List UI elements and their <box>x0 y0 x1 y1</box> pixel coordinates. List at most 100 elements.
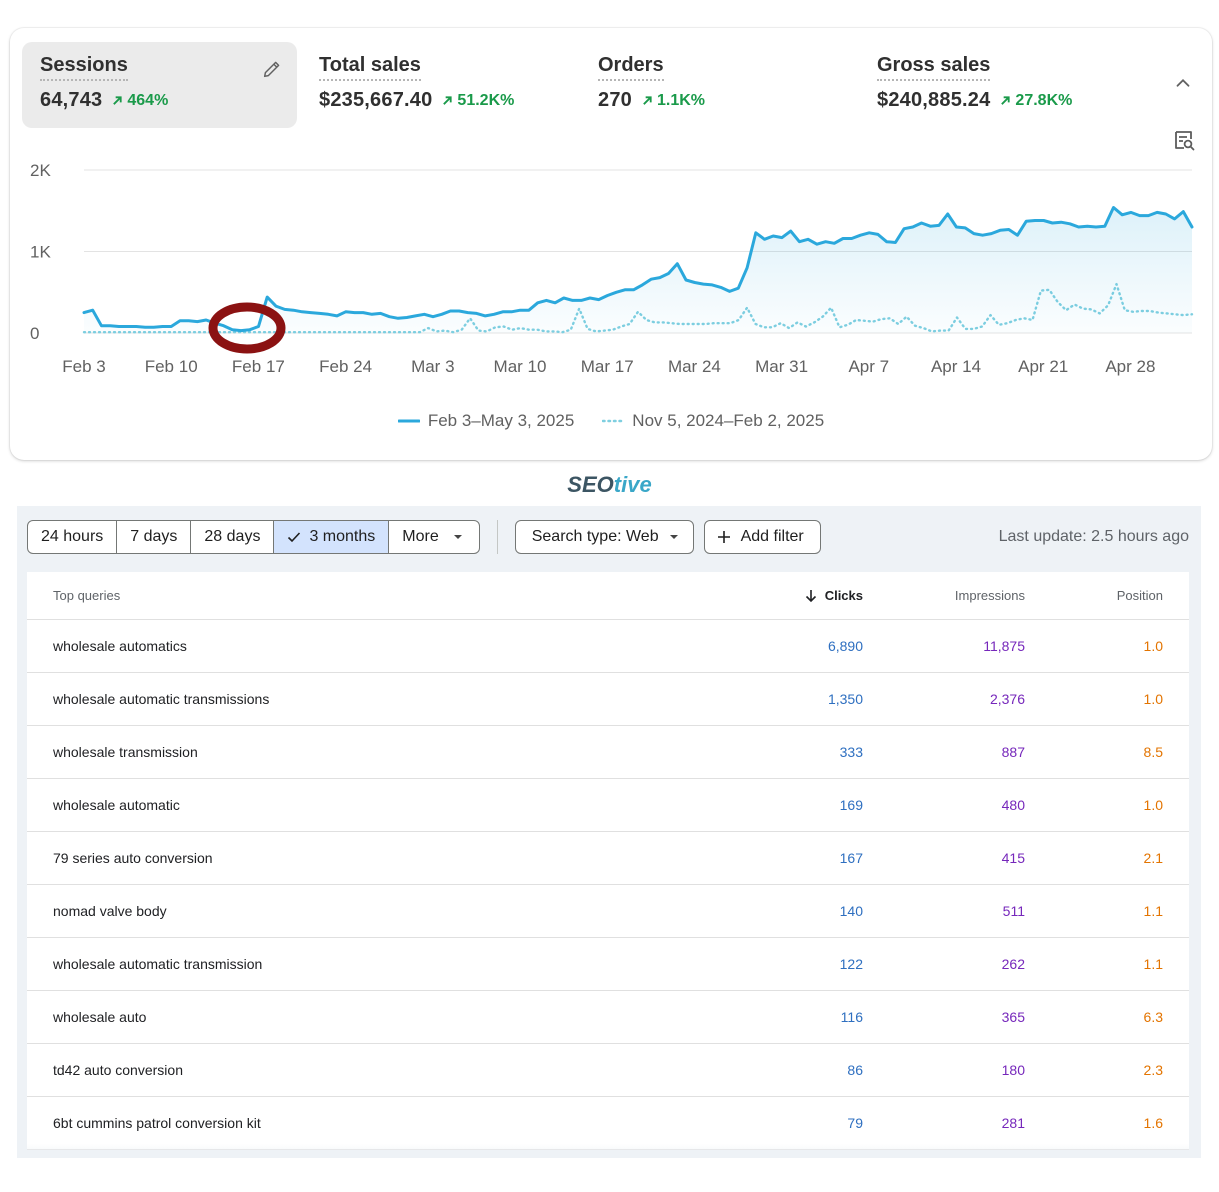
x-tick-label: Apr 28 <box>1105 357 1155 376</box>
pencil-icon[interactable] <box>261 58 283 80</box>
arrow-up-right-icon <box>113 96 122 105</box>
metric-orders[interactable]: Orders 270 1.1K% <box>580 42 850 128</box>
x-tick-label: Feb 24 <box>319 357 372 376</box>
metric-total-sales[interactable]: Total sales $235,667.40 51.2K% <box>301 42 571 128</box>
position-cell: 2.1 <box>1143 850 1163 866</box>
metric-delta-value: 51.2K% <box>457 91 515 109</box>
table-row[interactable]: wholesale automatic transmissions 1,350 2,… <box>27 673 1189 726</box>
position-cell: 8.5 <box>1143 744 1163 760</box>
arrow-up-right-icon <box>443 96 453 105</box>
x-tick-label: Feb 17 <box>232 357 285 376</box>
x-tick-label: Apr 14 <box>931 357 981 376</box>
y-tick-label: 0 <box>30 324 39 343</box>
brand-part-1: SEO <box>567 472 614 497</box>
metric-sessions[interactable]: Sessions 64,743 464% <box>22 42 297 128</box>
table-row[interactable]: wholesale automatic transmission 122 262 1.… <box>27 938 1189 991</box>
last-update-text: Last update: 2.5 hours ago <box>998 528 1189 545</box>
metric-label: Total sales <box>319 54 421 81</box>
scroll-fade <box>17 1144 1201 1158</box>
query-cell: 6bt cummins patrol conversion kit <box>53 1115 261 1131</box>
table-row[interactable]: wholesale transmission 333 887 8.5 <box>27 726 1189 779</box>
clicks-cell: 1,350 <box>827 691 863 707</box>
arrow-down-icon <box>805 589 816 602</box>
table-row[interactable]: td42 auto conversion 86 180 2.3 <box>27 1044 1189 1097</box>
x-tick-label: Apr 7 <box>848 357 889 376</box>
add-filter-button[interactable]: Add filter <box>703 520 821 554</box>
position-cell: 1.1 <box>1143 903 1163 919</box>
range-more-dropdown[interactable]: More <box>389 521 478 553</box>
table-row[interactable]: 79 series auto conversion 167 415 2.1 <box>27 832 1189 885</box>
x-tick-label: Mar 24 <box>668 357 721 376</box>
impressions-cell: 511 <box>1002 903 1025 919</box>
legend-previous-period[interactable]: Nov 5, 2024–Feb 2, 2025 <box>602 411 824 431</box>
impressions-cell: 11,875 <box>983 638 1025 654</box>
range-7-days[interactable]: 7 days <box>117 521 192 553</box>
impressions-cell: 281 <box>1001 1115 1025 1131</box>
toolbar-divider <box>496 520 498 554</box>
header-position[interactable]: Position <box>1025 588 1163 603</box>
metric-value: $240,885.24 <box>877 89 991 111</box>
position-cell: 6.3 <box>1143 1009 1163 1025</box>
metric-value: 64,743 <box>40 89 103 111</box>
table-row[interactable]: nomad valve body 140 511 1.1 <box>27 885 1189 938</box>
legend-label: Nov 5, 2024–Feb 2, 2025 <box>632 411 825 430</box>
chevron-up-icon[interactable] <box>1172 72 1194 94</box>
table-row[interactable]: wholesale automatics 6,890 11,875 1.0 <box>27 620 1189 673</box>
metric-gross-sales[interactable]: Gross sales $240,885.24 27.8K% <box>859 42 1129 128</box>
sessions-analytics-card: Sessions 64,743 464% Total sales $235,66… <box>10 28 1212 460</box>
range-label: 7 days <box>130 528 178 545</box>
position-cell: 1.0 <box>1143 691 1163 707</box>
table-row[interactable]: wholesale automatic 169 480 1.0 <box>27 779 1189 832</box>
clicks-cell: 86 <box>847 1062 863 1078</box>
clicks-cell: 167 <box>839 850 863 866</box>
legend-current-period[interactable]: Feb 3–May 3, 2025 <box>397 411 575 431</box>
metric-label: Orders <box>598 54 664 81</box>
query-cell: wholesale automatics <box>53 638 187 654</box>
top-queries-table: Top queries Clicks Impressions Position … <box>27 572 1189 1150</box>
header-top-queries[interactable]: Top queries <box>27 588 743 603</box>
arrow-up-right-icon <box>643 96 652 105</box>
range-3-months[interactable]: 3 months <box>274 521 390 553</box>
x-tick-label: Mar 10 <box>494 357 547 376</box>
x-tick-label: Feb 3 <box>62 357 105 376</box>
date-range-selector: 24 hours 7 days 28 days 3 months More <box>27 520 480 554</box>
table-row[interactable]: 6bt cummins patrol conversion kit 79 281 1.… <box>27 1097 1189 1150</box>
header-impressions[interactable]: Impressions <box>863 588 1025 603</box>
search-type-dropdown[interactable]: Search type: Web <box>514 520 694 554</box>
metric-value: 270 <box>598 89 632 111</box>
metric-value: $235,667.40 <box>319 89 433 111</box>
header-clicks-label: Clicks <box>824 588 863 603</box>
clicks-cell: 116 <box>840 1009 863 1025</box>
caret-down-icon <box>669 535 678 539</box>
range-28-days[interactable]: 28 days <box>191 521 275 553</box>
range-24-hours[interactable]: 24 hours <box>28 521 118 553</box>
series-area-fill <box>84 207 1192 333</box>
clicks-cell: 79 <box>847 1115 863 1131</box>
table-row[interactable]: wholesale auto 116 365 6.3 <box>27 991 1189 1044</box>
filter-toolbar: 24 hours 7 days 28 days 3 months More Se… <box>27 520 1189 554</box>
x-tick-label: Mar 17 <box>581 357 634 376</box>
legend-label: Feb 3–May 3, 2025 <box>427 411 575 430</box>
position-cell: 2.3 <box>1143 1062 1163 1078</box>
position-cell: 1.0 <box>1143 797 1163 813</box>
query-cell: 79 series auto conversion <box>53 850 213 866</box>
position-cell: 1.1 <box>1143 956 1163 972</box>
metric-delta: 464% <box>112 92 168 110</box>
impressions-cell: 180 <box>1001 1062 1025 1078</box>
caret-down-icon <box>453 535 462 539</box>
dotted-line-swatch <box>602 419 625 423</box>
query-cell: nomad valve body <box>53 903 167 919</box>
header-clicks[interactable]: Clicks <box>743 588 863 603</box>
query-cell: wholesale automatic transmission <box>53 956 263 972</box>
query-cell: wholesale automatic transmissions <box>53 691 270 707</box>
x-tick-label: Apr 21 <box>1018 357 1068 376</box>
metric-delta-value: 464% <box>127 91 169 109</box>
clicks-cell: 6,890 <box>827 638 863 654</box>
clicks-cell: 122 <box>839 956 863 972</box>
brand-logo: SEOtive <box>0 472 1219 498</box>
chart-legend: Feb 3–May 3, 2025 Nov 5, 2024–Feb 2, 202… <box>10 411 1212 431</box>
metric-delta: 1.1K% <box>642 92 705 110</box>
x-tick-label: Mar 31 <box>755 357 808 376</box>
metric-delta-value: 27.8K% <box>1015 91 1073 109</box>
search-console-panel: 24 hours 7 days 28 days 3 months More Se… <box>17 506 1201 1158</box>
